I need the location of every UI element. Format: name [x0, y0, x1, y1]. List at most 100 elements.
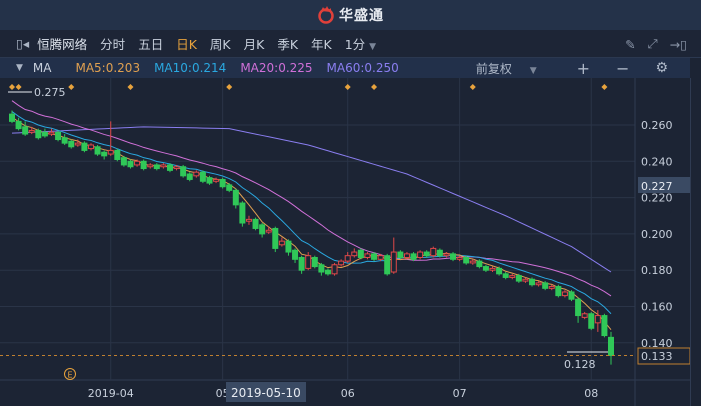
candle-up — [134, 160, 141, 166]
earnings-marker-label: E — [67, 371, 72, 380]
zoom-in-icon[interactable]: + — [577, 59, 590, 78]
ma5-value: MA5:0.203 — [75, 61, 141, 75]
candle-up — [509, 275, 516, 278]
candle-up — [403, 253, 410, 258]
candle-down — [324, 269, 331, 275]
tab-intraday[interactable]: 分时 — [100, 34, 125, 53]
candle-down — [15, 120, 22, 130]
candle-down — [318, 264, 325, 273]
candle-down — [608, 336, 614, 357]
candle-down — [199, 171, 206, 182]
candle-down — [252, 218, 259, 229]
x-tick-label: 06 — [341, 387, 355, 400]
collapse-sidebar-icon[interactable]: ▯◂ — [16, 36, 29, 51]
candle-up — [522, 278, 529, 282]
y-tick-label: 0.140 — [641, 337, 673, 350]
high-price-label: 0.275 — [34, 86, 66, 99]
minute-select-value: 1分 — [344, 37, 366, 52]
chevron-down-icon: ▼ — [369, 42, 377, 52]
candle-down — [482, 266, 489, 271]
side-panel-edge — [690, 78, 701, 406]
chevron-down-icon: ▼ — [529, 65, 537, 76]
candle-down — [463, 256, 470, 264]
event-diamond-icon — [127, 84, 134, 90]
candle-down — [9, 113, 15, 122]
tab-monthly-k[interactable]: 月K — [244, 34, 265, 53]
candle-up — [489, 267, 496, 271]
event-diamond-icon — [601, 84, 608, 90]
tab-quarterly-k[interactable]: 季K — [277, 34, 298, 53]
ma20-value: MA20:0.225 — [240, 61, 313, 75]
expand-panel-icon[interactable]: →▯ — [670, 37, 687, 52]
fullscreen-icon[interactable]: ⤢ — [648, 36, 658, 52]
candle-down — [292, 249, 299, 260]
candle-down — [94, 146, 101, 155]
candle-up — [147, 164, 154, 168]
candle-down — [575, 298, 582, 317]
y-tick-label: 0.160 — [641, 301, 673, 314]
cursor-price-label: 0.227 — [641, 180, 673, 193]
chevron-down-icon[interactable]: ▼ — [16, 63, 23, 73]
candle-down — [285, 240, 292, 253]
ma-legend-row: ▼ MA MA5:0.203 MA10:0.214 MA20:0.225 MA6… — [0, 58, 690, 78]
brand-logo-icon — [318, 6, 334, 24]
x-tick-label: 05 — [216, 387, 230, 400]
candle-down — [272, 227, 279, 249]
y-tick-label: 0.200 — [641, 228, 673, 241]
pencil-icon[interactable]: ✎ — [625, 37, 635, 52]
tab-yearly-k[interactable]: 年K — [311, 34, 332, 53]
x-tick-label: 08 — [584, 387, 598, 400]
ma10-line — [11, 111, 612, 315]
candle-up — [581, 313, 588, 318]
candle-up — [245, 218, 252, 222]
candle-down — [120, 157, 127, 166]
candle-up — [594, 315, 601, 324]
candle-up — [377, 255, 384, 260]
candle-down — [239, 202, 246, 224]
ma10-value: MA10:0.214 — [154, 61, 227, 75]
ma5-line — [11, 116, 612, 331]
candle-down — [515, 275, 522, 282]
candle-down — [450, 253, 457, 260]
candle-up — [417, 251, 424, 258]
candle-down — [311, 256, 318, 268]
last-price-label: 0.133 — [641, 350, 673, 363]
candle-down — [502, 273, 509, 278]
minute-select[interactable]: 1分 ▼ — [345, 34, 376, 53]
candle-up — [548, 286, 555, 289]
candle-down — [298, 256, 305, 271]
candle-down — [555, 286, 562, 297]
indicator-select[interactable]: MA — [33, 61, 52, 75]
candle-up — [331, 264, 338, 275]
candle-down — [568, 291, 575, 300]
low-price-label: 0.128 — [564, 358, 596, 371]
tab-daily-k[interactable]: 日K — [176, 34, 197, 53]
candle-down — [496, 267, 503, 275]
candle-up — [351, 251, 358, 257]
candle-down — [436, 249, 443, 257]
tab-five-day[interactable]: 五日 — [138, 34, 163, 53]
zoom-out-icon[interactable]: − — [616, 59, 629, 78]
candle-down — [410, 253, 417, 260]
brand-name: 华盛通 — [339, 8, 384, 24]
tab-weekly-k[interactable]: 周K — [210, 34, 231, 53]
candle-down — [226, 184, 233, 191]
cursor-date-label: 2019-05-10 — [231, 386, 301, 400]
candle-up — [430, 247, 437, 257]
y-tick-label: 0.180 — [641, 264, 673, 277]
candle-down — [180, 166, 187, 177]
ma60-value: MA60:0.250 — [326, 61, 399, 75]
candle-up — [390, 251, 397, 273]
gear-icon[interactable]: ⚙ — [655, 60, 668, 76]
y-tick-label: 0.220 — [641, 192, 673, 205]
candle-up — [213, 178, 220, 182]
event-diamond-icon — [371, 84, 378, 90]
stock-name: 恒腾网络 — [37, 37, 88, 52]
adjust-select[interactable]: 前复权 ▼ — [476, 60, 551, 77]
title-bar: 华盛通 — [0, 0, 701, 30]
candle-up — [28, 129, 35, 133]
earnings-marker-icon[interactable] — [64, 368, 76, 380]
candle-down — [232, 189, 239, 206]
candle-down — [61, 137, 68, 144]
candle-down — [55, 131, 62, 141]
